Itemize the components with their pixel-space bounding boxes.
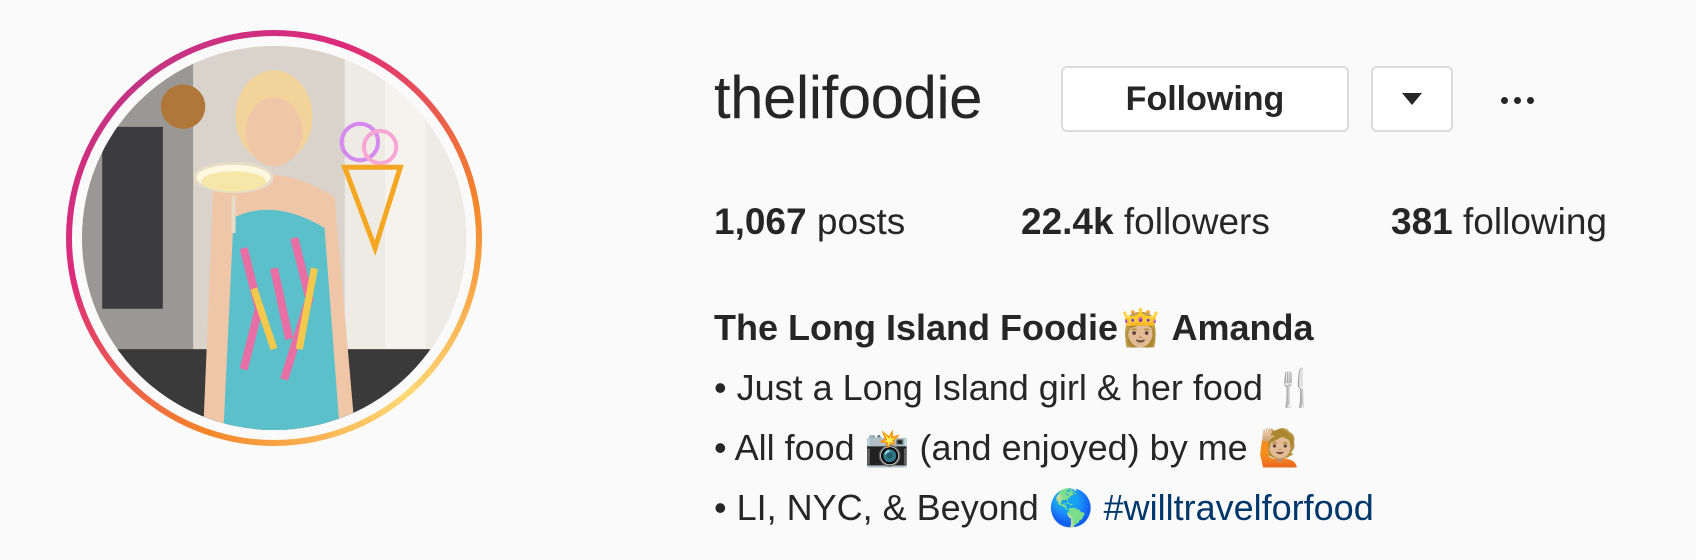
posts-label: posts (816, 201, 906, 242)
following-label: following (1463, 201, 1607, 242)
bio-line-1: • Just a Long Island girl & her food 🍴 (714, 367, 1318, 408)
bio-line-2: • All food 📸 (and enjoyed) by me 🙋🏼 (714, 427, 1303, 468)
avatar-photo-icon (82, 46, 466, 430)
posts-count-stat: 1,067 posts (714, 196, 905, 248)
bio-display-name: The Long Island Foodie👸🏼 Amanda (714, 307, 1314, 348)
story-ring[interactable] (66, 30, 482, 446)
hashtag-link[interactable]: #willtravelforfood (1104, 487, 1374, 528)
followers-stat-link[interactable]: 22.4k followers (1021, 196, 1270, 248)
more-options-icon (1526, 96, 1534, 104)
bio-line-3: • LI, NYC, & Beyond 🌎 #willtravelforfood (714, 478, 1374, 538)
followers-count: 22.4k (1021, 201, 1114, 242)
following-button[interactable]: Following (1061, 66, 1349, 132)
posts-count: 1,067 (714, 201, 807, 242)
caret-down-icon (1402, 93, 1422, 105)
more-options-icon (1500, 96, 1508, 104)
profile-username: thelifoodie (714, 64, 983, 131)
bio-line-3-text: • LI, NYC, & Beyond 🌎 (714, 487, 1104, 528)
profile-bio: The Long Island Foodie👸🏼 Amanda • Just a… (714, 298, 1374, 538)
avatar-gap (72, 36, 476, 440)
followers-label: followers (1123, 201, 1270, 242)
following-stat-link[interactable]: 381 following (1391, 196, 1607, 248)
suggested-dropdown-button[interactable] (1371, 66, 1453, 132)
profile-avatar[interactable] (82, 46, 466, 430)
following-count: 381 (1391, 201, 1453, 242)
more-options-icon (1513, 96, 1521, 104)
more-options-button[interactable] (1492, 80, 1542, 120)
